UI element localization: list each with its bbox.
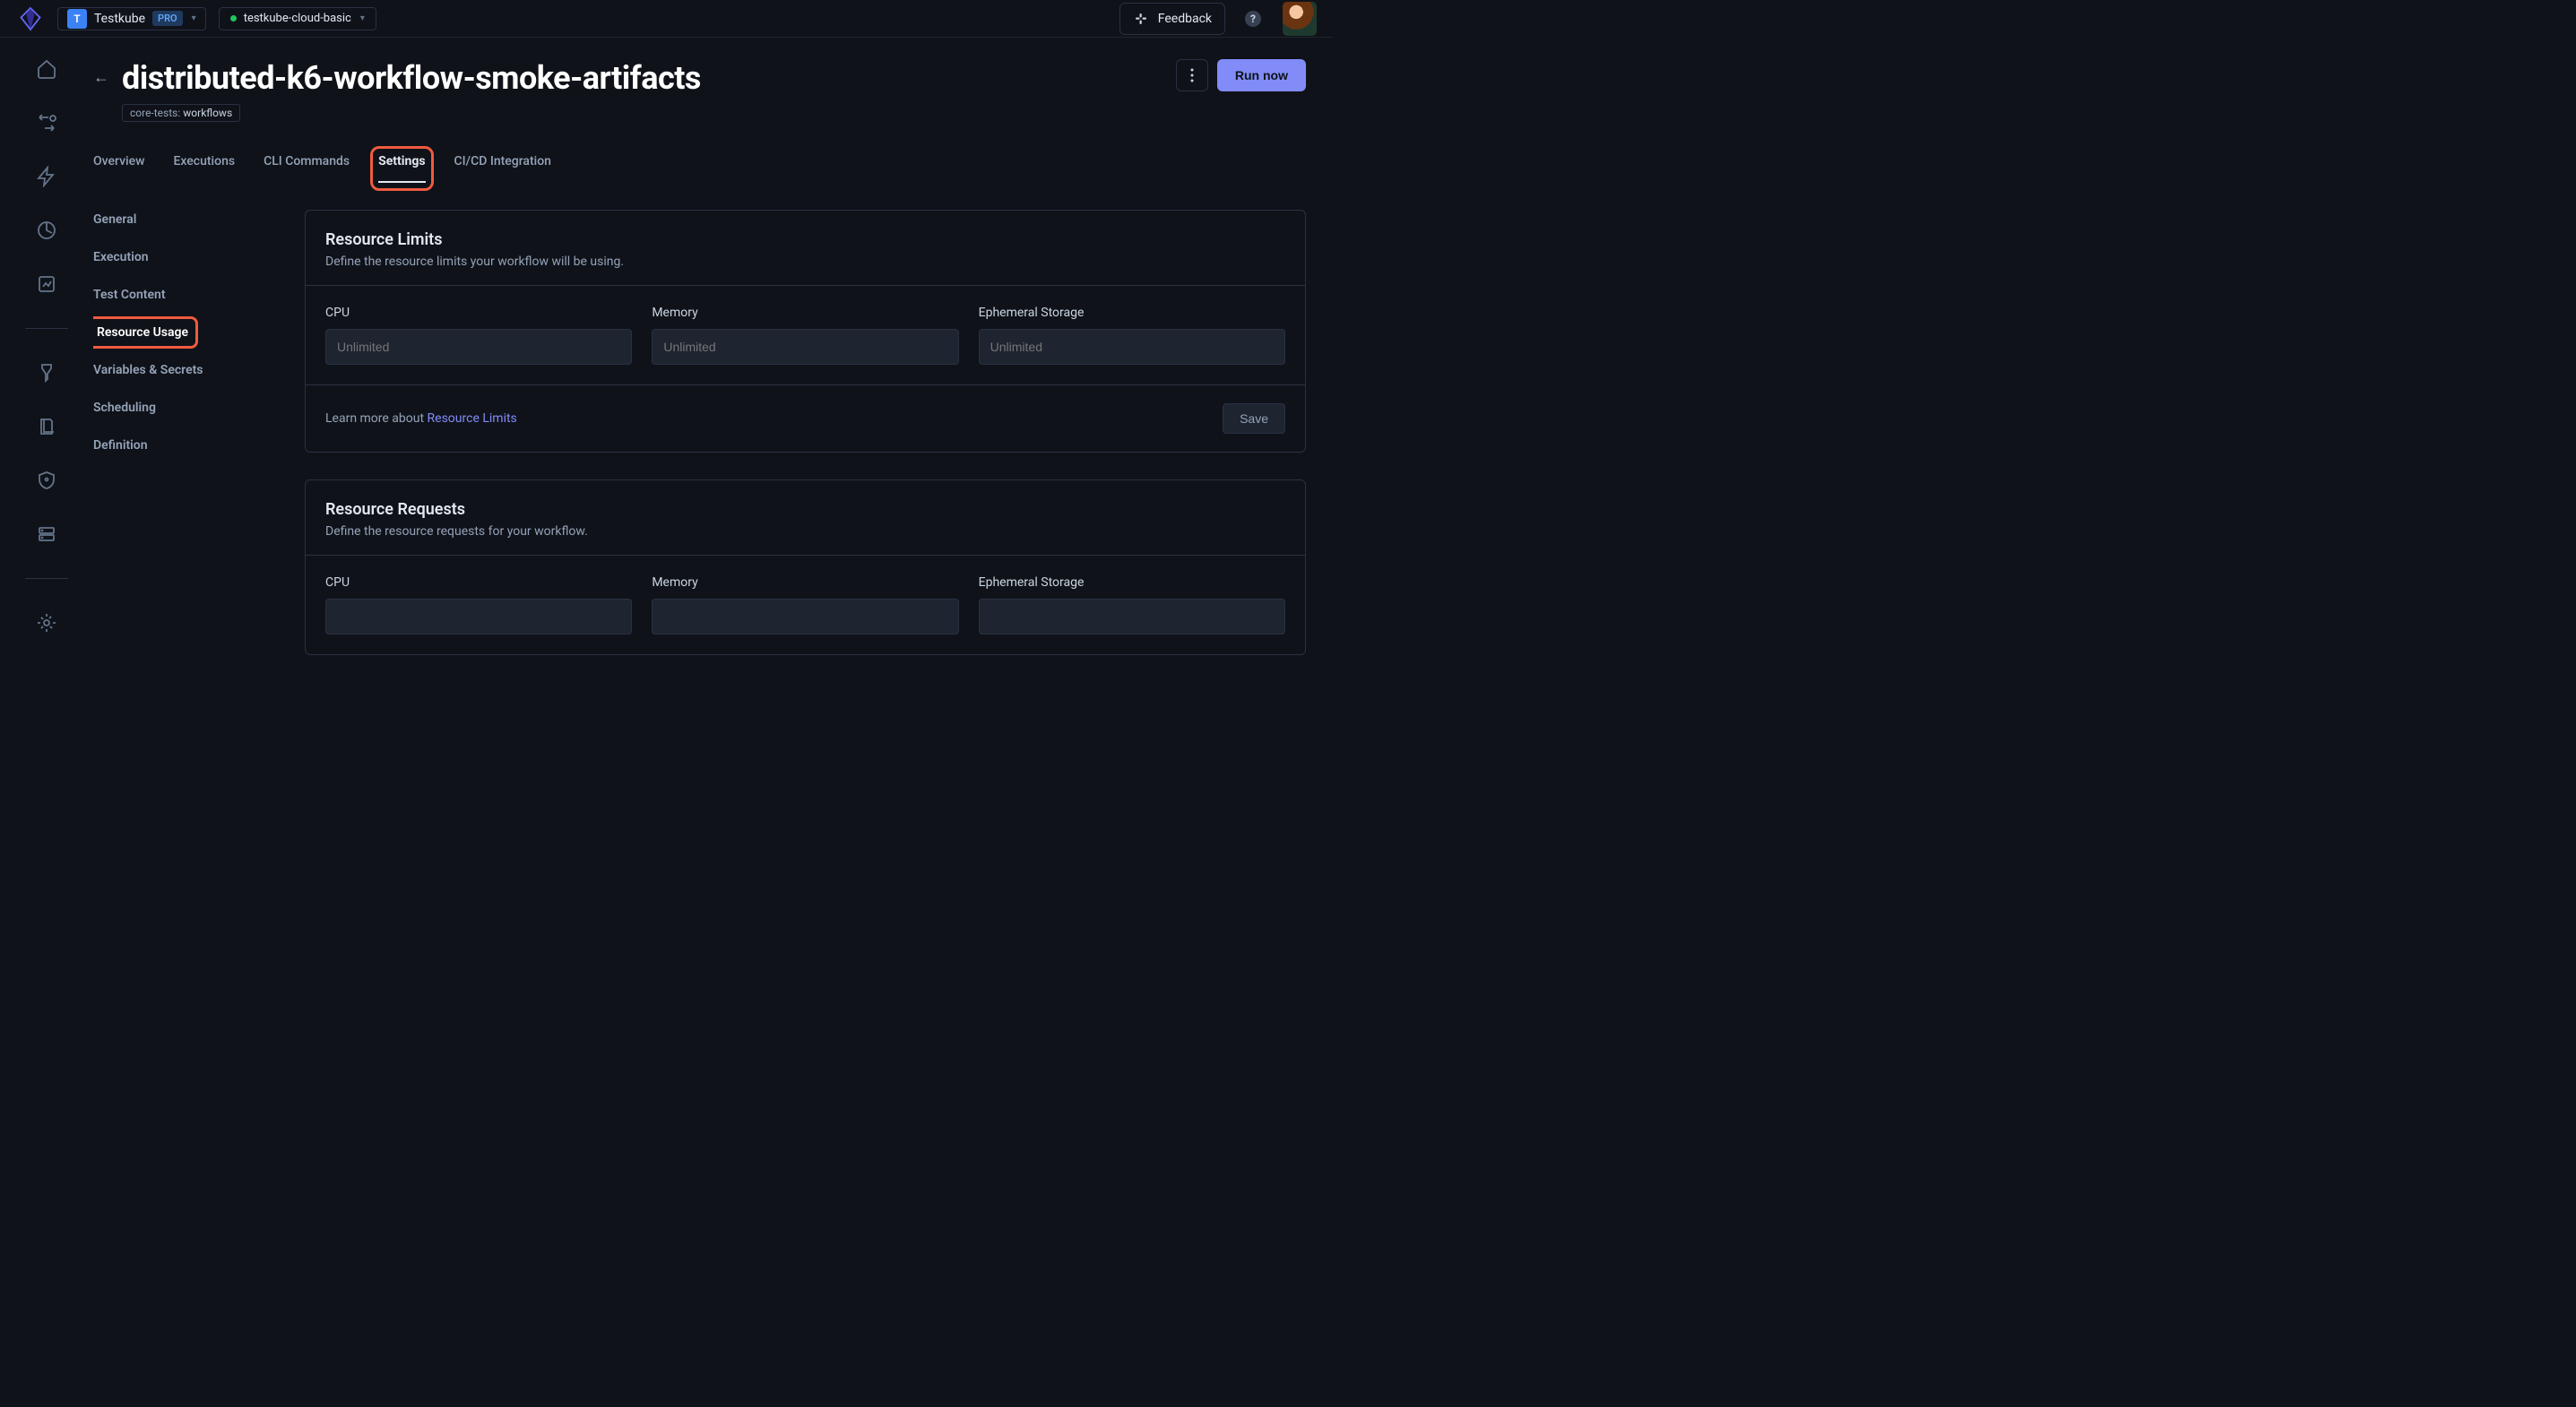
memory-request-label: Memory: [652, 575, 958, 590]
status-dot-icon: [230, 15, 237, 22]
storage-request-label: Ephemeral Storage: [979, 575, 1285, 590]
help-button[interactable]: ?: [1245, 11, 1261, 27]
dots-vertical-icon: [1190, 68, 1194, 82]
panel-limits-title: Resource Limits: [325, 230, 1285, 249]
memory-limit-input[interactable]: [652, 329, 958, 365]
more-actions-button[interactable]: [1176, 59, 1208, 91]
subnav-definition[interactable]: Definition: [93, 436, 281, 455]
home-icon[interactable]: [35, 57, 58, 81]
subnav-execution[interactable]: Execution: [93, 247, 281, 267]
tab-cicd-integration[interactable]: CI/CD Integration: [454, 154, 551, 183]
slack-icon: [1133, 11, 1149, 27]
feedback-label: Feedback: [1158, 12, 1212, 26]
test-icon[interactable]: [35, 361, 58, 384]
tab-settings[interactable]: Settings: [378, 154, 425, 183]
back-arrow-icon[interactable]: ←: [93, 59, 109, 87]
app-logo[interactable]: [16, 4, 45, 33]
subnav-test-content[interactable]: Test Content: [93, 285, 281, 305]
user-avatar[interactable]: [1283, 2, 1317, 36]
panel-resource-limits: Resource Limits Define the resource limi…: [305, 210, 1306, 453]
org-avatar: T: [67, 9, 87, 29]
run-now-button[interactable]: Run now: [1217, 59, 1306, 91]
shield-icon[interactable]: [35, 469, 58, 492]
pro-badge: PRO: [152, 11, 183, 26]
panel-resource-requests: Resource Requests Define the resource re…: [305, 479, 1306, 655]
memory-request-input[interactable]: [652, 599, 958, 634]
org-selector[interactable]: T Testkube PRO ▾: [57, 7, 206, 30]
insights-icon[interactable]: [35, 272, 58, 296]
cpu-request-input[interactable]: [325, 599, 632, 634]
cpu-request-label: CPU: [325, 575, 632, 590]
tab-executions[interactable]: Executions: [173, 154, 235, 183]
reports-icon[interactable]: [35, 219, 58, 242]
chevron-down-icon: ▾: [360, 13, 365, 23]
settings-icon[interactable]: [35, 611, 58, 634]
cpu-limit-input[interactable]: [325, 329, 632, 365]
workflow-tag: core-tests: workflows: [122, 104, 240, 122]
subnav-variables-secrets[interactable]: Variables & Secrets: [93, 360, 281, 380]
page-title: distributed-k6-workflow-smoke-artifacts: [122, 59, 1163, 97]
environment-name: testkube-cloud-basic: [244, 12, 351, 25]
subnav-resource-usage[interactable]: Resource Usage: [93, 323, 192, 342]
save-limits-button[interactable]: Save: [1223, 403, 1285, 434]
panel-requests-desc: Define the resource requests for your wo…: [325, 524, 1285, 539]
subnav-general[interactable]: General: [93, 210, 281, 229]
storage-limit-label: Ephemeral Storage: [979, 306, 1285, 320]
tab-cli-commands[interactable]: CLI Commands: [264, 154, 350, 183]
cpu-limit-label: CPU: [325, 306, 632, 320]
feedback-button[interactable]: Feedback: [1119, 3, 1225, 35]
subnav-scheduling[interactable]: Scheduling: [93, 398, 281, 418]
storage-request-input[interactable]: [979, 599, 1285, 634]
resource-limits-link[interactable]: Resource Limits: [428, 411, 517, 426]
triggers-icon[interactable]: [35, 165, 58, 188]
tab-overview[interactable]: Overview: [93, 154, 144, 183]
storage-limit-input[interactable]: [979, 329, 1285, 365]
workflow-icon[interactable]: [35, 111, 58, 134]
org-name: Testkube: [94, 12, 145, 26]
panel-limits-desc: Define the resource limits your workflow…: [325, 255, 1285, 269]
environment-selector[interactable]: testkube-cloud-basic ▾: [219, 7, 376, 30]
learn-more-limits: Learn more about Resource Limits: [325, 411, 517, 426]
memory-limit-label: Memory: [652, 306, 958, 320]
chevron-down-icon: ▾: [192, 13, 196, 23]
server-icon[interactable]: [35, 522, 58, 546]
panel-requests-title: Resource Requests: [325, 500, 1285, 519]
stack-icon[interactable]: [35, 415, 58, 438]
